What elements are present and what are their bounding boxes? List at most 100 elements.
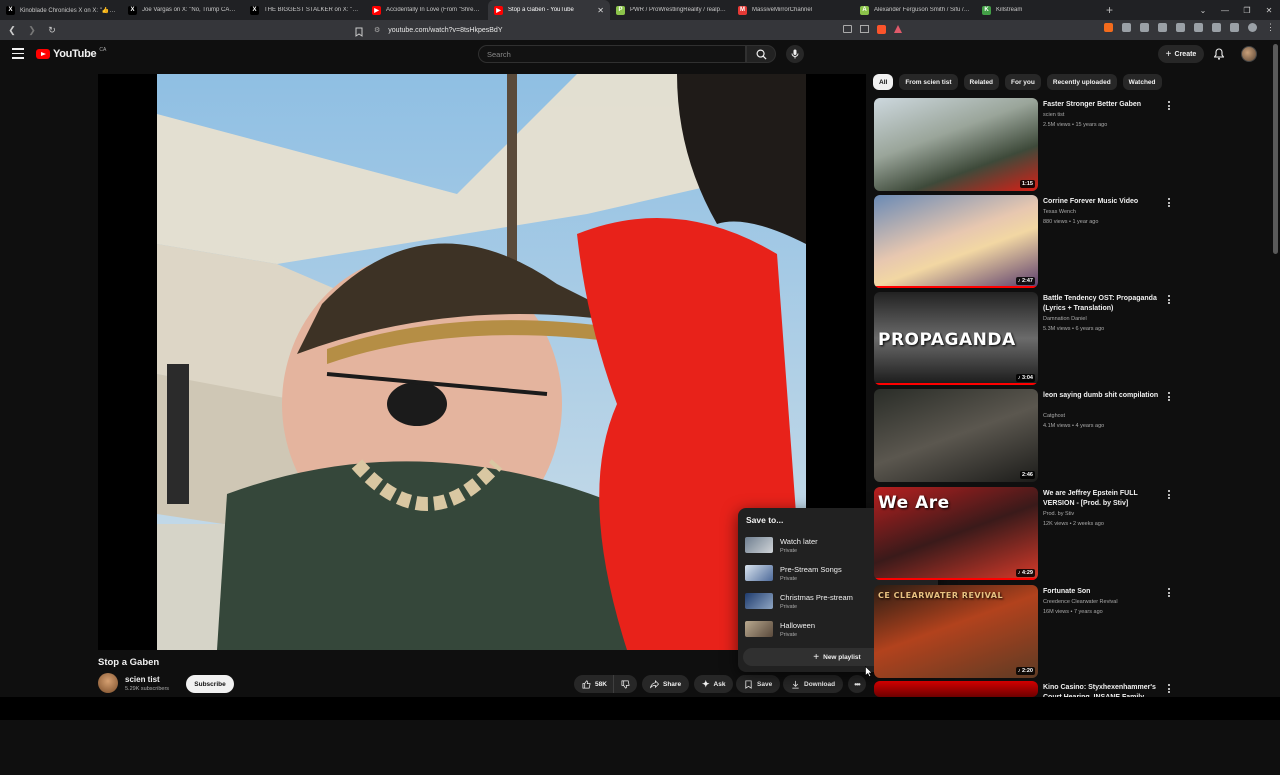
filter-chip[interactable]: From scien tist [899,74,958,90]
video-thumbnail[interactable]: ♪ 2:47 [874,195,1038,288]
save-button[interactable]: Save [736,675,781,693]
page-scrollbar[interactable] [1273,44,1278,254]
recommended-video[interactable]: We Are ♪ 4:29 We are Jeffrey Epstein FULL … [874,487,1178,581]
forward-icon[interactable]: ❯ [24,25,40,36]
more-actions-button[interactable]: ••• [848,675,866,693]
extension-puzzle-icon[interactable] [1122,23,1131,32]
sidebar-icon[interactable] [1194,23,1203,32]
tab-search-icon[interactable]: ⌄ [1192,6,1214,15]
cast-icon[interactable] [843,25,852,33]
recommended-channel-name[interactable]: Texas Wench [1043,209,1076,215]
rewards-icon[interactable] [894,25,902,33]
new-tab-button[interactable]: + [1098,3,1121,17]
video-thumbnail[interactable]: 2:46 [874,389,1038,482]
recommended-video[interactable]: Kino Casino: Styxhexenhammer's Court Hea… [874,681,1178,775]
filter-chip[interactable]: Recently uploaded [1046,74,1117,90]
more-options-icon[interactable] [1168,684,1172,695]
playlist-name: Christmas Pre-stream [780,593,853,602]
browser-tab[interactable]: P PWR / ProWrestlingReality / realpem [610,0,732,20]
search-button[interactable] [746,45,776,63]
maximize-button[interactable]: ❐ [1236,6,1258,15]
share-page-icon[interactable] [860,25,869,33]
recommended-video-title[interactable]: We are Jeffrey Epstein FULL VERSION - [P… [1043,489,1161,509]
dislike-button[interactable] [612,675,637,693]
brave-shield-icon[interactable] [877,25,886,34]
profile-icon[interactable] [1248,23,1257,32]
like-button[interactable]: 58K [574,675,613,693]
tab-title: PWR / ProWrestlingReality / realpem [630,7,726,13]
recommended-video[interactable]: ♪ 2:47 Corrine Forever Music Video Texas W… [874,195,1178,289]
recommended-channel-name[interactable]: Prod. by Stiv [1043,511,1074,517]
create-button[interactable]: + Create [1158,45,1204,63]
subscribe-button[interactable]: Subscribe [186,675,234,693]
browser-tab[interactable]: ▶ Stop a Gaben - YouTube ✕ [488,0,610,20]
recommended-video[interactable]: 1:15 Faster Stronger Better Gaben scien ti… [874,98,1178,192]
filter-chip[interactable]: Related [963,74,1000,90]
recommended-video[interactable]: PROPAGANDA ♪ 3:04 Battle Tendency OST: Pro… [874,292,1178,386]
reload-icon[interactable]: ↻ [44,25,60,36]
hamburger-menu-icon[interactable] [12,48,24,59]
tab-title: Kinoblade Chronicles X on X: "👍Stay [20,7,116,14]
vpn-icon[interactable] [1230,23,1239,32]
recommended-video-title[interactable]: Battle Tendency OST: Propaganda (Lyrics … [1043,294,1161,314]
menu-icon[interactable]: ⋮ [1266,23,1275,32]
recommended-channel-name[interactable]: Catghost [1043,413,1065,419]
more-options-icon[interactable] [1168,392,1172,403]
filter-chip[interactable]: For you [1005,74,1041,90]
music-icon[interactable] [1158,23,1167,32]
more-options-icon[interactable] [1168,101,1172,112]
minimize-button[interactable]: — [1214,6,1236,15]
more-options-icon[interactable] [1168,198,1172,209]
more-options-icon[interactable] [1168,295,1172,306]
thumbs-up-icon [582,680,591,688]
subscriber-count: 5.29K subscribers [125,686,170,692]
browser-tab[interactable]: X Kinoblade Chronicles X on X: "👍Stay [0,0,122,20]
extension-fox-icon[interactable] [1104,23,1113,32]
close-window-button[interactable]: ✕ [1258,6,1280,15]
recommended-video-meta: 4.1M views • 4 years ago [1043,423,1105,429]
notifications-bell-icon[interactable] [1213,47,1225,65]
recommended-video-title[interactable]: Fortunate Son [1043,587,1161,597]
site-info-icon[interactable]: ⚙ [374,26,380,34]
filter-chip[interactable]: Watched [1122,74,1162,90]
recommended-channel-name[interactable]: scien tist [1043,112,1064,118]
voice-search-button[interactable] [786,45,804,63]
recommended-video[interactable]: CE CLEARWATER REVIVAL ♪ 2:20 Fortunate Son… [874,585,1178,679]
channel-avatar[interactable] [98,673,118,693]
browser-tab[interactable]: M MassiveMirrorChannel [732,0,854,20]
playlist-thumbnail [745,537,773,553]
browser-tab[interactable]: X Joe Vargas on X: "No, Trump CANN [122,0,244,20]
watch-progress-bar [874,578,1038,580]
omnibox-actions [843,25,902,34]
account-avatar[interactable] [1241,46,1257,62]
ask-button[interactable]: ✦ Ask [694,675,734,693]
video-thumbnail[interactable]: We Are ♪ 4:29 [874,487,1038,580]
video-thumbnail[interactable] [874,681,1038,697]
recommended-video[interactable]: 2:46 leon saying dumb shit compilation Cat… [874,389,1178,483]
search-input[interactable]: Search [478,45,746,63]
split-view-icon[interactable] [1176,23,1185,32]
back-icon[interactable]: ❮ [4,25,20,36]
browser-tab[interactable]: ▶ Accidentally In Love (From "Shrek 2" [366,0,488,20]
browser-tab[interactable]: A Alexander Ferguson Smith / Sifu / Sh [854,0,976,20]
download-button[interactable]: Download [783,675,844,693]
recommended-channel-name[interactable]: Creedence Clearwater Revival [1043,599,1118,605]
wallet-icon[interactable] [1212,23,1221,32]
filter-chip[interactable]: All [873,74,894,90]
browser-tab[interactable]: X THE BIGGEST STALKER on X: "COG H [244,0,366,20]
video-thumbnail[interactable]: 1:15 [874,98,1038,191]
more-options-icon[interactable] [1168,588,1172,599]
extension-box-icon[interactable] [1140,23,1149,32]
recommended-channel-name[interactable]: Damnation Daniel [1043,316,1087,322]
recommended-video-title[interactable]: leon saying dumb shit compilation [1043,391,1161,401]
browser-tab[interactable]: K Killstream [976,0,1098,20]
close-tab-icon[interactable]: ✕ [597,6,604,15]
channel-name[interactable]: scien tist [125,675,160,684]
video-thumbnail[interactable]: CE CLEARWATER REVIVAL ♪ 2:20 [874,585,1038,678]
youtube-logo[interactable]: YouTube CA [36,47,106,60]
share-button[interactable]: Share [642,675,690,693]
recommended-video-title[interactable]: Faster Stronger Better Gaben [1043,100,1161,110]
video-thumbnail[interactable]: PROPAGANDA ♪ 3:04 [874,292,1038,385]
recommended-video-title[interactable]: Corrine Forever Music Video [1043,197,1161,207]
more-options-icon[interactable] [1168,490,1172,501]
